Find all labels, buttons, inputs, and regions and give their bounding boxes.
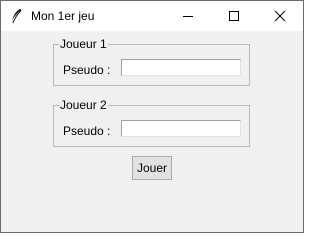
title-bar[interactable]: Mon 1er jeu [1,1,303,31]
maximize-button[interactable] [211,1,257,31]
minimize-icon [183,16,193,17]
window-title: Mon 1er jeu [31,9,95,23]
feather-icon [10,8,22,24]
window-content: Joueur 1 Pseudo : Joueur 2 Pseudo : Joue… [1,31,303,232]
close-icon [274,10,286,22]
app-window: Mon 1er jeu Joueur 1 Pseudo : Joueur 2 P… [0,0,304,233]
player-1-pseudo-label: Pseudo : [63,63,111,77]
maximize-icon [229,11,239,21]
player-1-pseudo-input[interactable] [121,59,241,76]
minimize-button[interactable] [165,1,211,31]
play-button[interactable]: Jouer [132,156,172,180]
close-button[interactable] [257,1,303,31]
player-2-pseudo-label: Pseudo : [63,124,111,138]
player-2-pseudo-input[interactable] [121,120,241,137]
player-2-group-label: Joueur 2 [59,98,108,112]
player-2-group: Joueur 2 Pseudo : [53,98,250,147]
player-1-group: Joueur 1 Pseudo : [53,37,250,86]
player-1-group-label: Joueur 1 [59,37,108,51]
